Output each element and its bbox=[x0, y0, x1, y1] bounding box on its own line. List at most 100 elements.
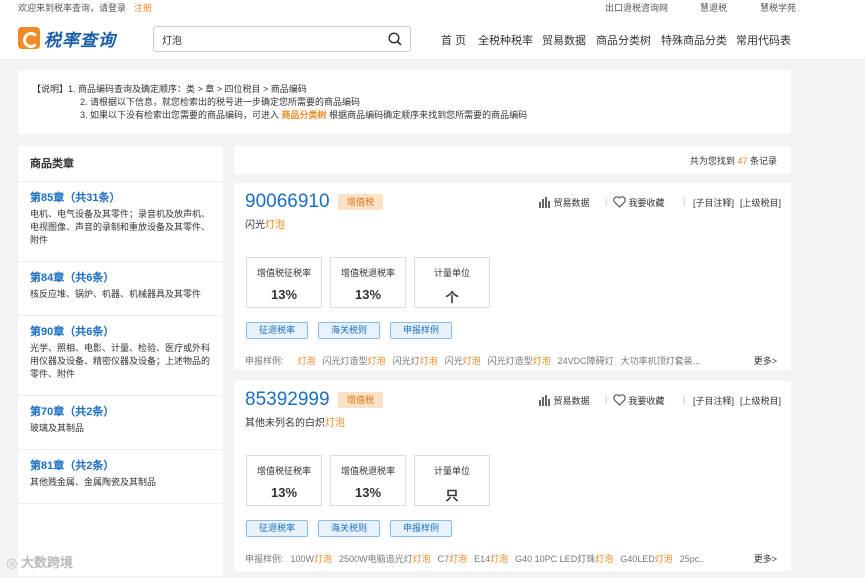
example-item-text: 大功率机顶灯套装... bbox=[620, 356, 701, 366]
unit-value: 只 bbox=[445, 488, 459, 503]
sidebar-item-title[interactable]: 第90章（共6条） bbox=[30, 324, 211, 340]
trade-data-action[interactable]: 贸易数据 bbox=[539, 196, 590, 209]
vat-levy-rate-box: 增值税征税率 13% bbox=[246, 455, 322, 506]
sidebar-item-title[interactable]: 第84章（共6条） bbox=[30, 270, 211, 286]
divider: | bbox=[683, 196, 686, 206]
result-card: 85392999 增值税 其他未列名的白炽灯泡 贸易数据 | 我要收藏 | [子… bbox=[234, 381, 791, 571]
sidebar-item-ch81[interactable]: 第81章（共2条） 其他贱金属、金属陶瓷及其制品 bbox=[18, 450, 223, 504]
category-sidebar: 商品类章 第85章（共31条） 电机、电气设备及其零件；录音机及放声机、电视图像… bbox=[18, 146, 223, 576]
sidebar-item-title[interactable]: 第81章（共2条） bbox=[30, 458, 211, 474]
result-count-post: 条记录 bbox=[749, 156, 777, 166]
example-item[interactable]: 2500W电脑追光灯灯泡 bbox=[339, 554, 431, 564]
vat-levy-rate-box: 增值税征税率 13% bbox=[246, 257, 322, 308]
vat-refund-rate-label: 增值税退税率 bbox=[340, 466, 395, 476]
nav-all-tax-rates[interactable]: 全税种税率 bbox=[478, 32, 533, 48]
top-bar: 欢迎来到税率查询，请登录 注册 出口退税咨询网 慧退税 慧税学苑 bbox=[0, 0, 865, 14]
more-link[interactable]: 更多> bbox=[754, 552, 777, 565]
customs-tariff-button[interactable]: 海关税则 bbox=[318, 520, 380, 537]
examples-label: 申报样例: bbox=[245, 356, 284, 366]
bar-chart-icon bbox=[539, 395, 550, 406]
example-item-text: 25pc... bbox=[679, 554, 705, 564]
top-link-huituishui[interactable]: 慧退税 bbox=[700, 1, 727, 14]
example-item-text: 闪光灯造型 bbox=[322, 356, 368, 366]
heart-icon bbox=[613, 196, 626, 208]
declaration-sample-button[interactable]: 申报样例 bbox=[390, 520, 452, 537]
nav-special-category[interactable]: 特殊商品分类 bbox=[661, 32, 727, 48]
example-item[interactable]: 闪光灯造型灯泡 bbox=[323, 356, 386, 366]
favorite-action[interactable]: 我要收藏 bbox=[613, 394, 665, 407]
sub-note-link[interactable]: [子目注释] bbox=[693, 196, 734, 209]
example-item[interactable]: 闪光灯灯泡 bbox=[393, 356, 438, 366]
example-item[interactable]: C7灯泡 bbox=[438, 554, 468, 564]
heart-icon bbox=[613, 394, 626, 406]
favorite-action[interactable]: 我要收藏 bbox=[613, 196, 665, 209]
example-item-text: 闪光灯 bbox=[392, 356, 420, 366]
register-link[interactable]: 注册 bbox=[134, 3, 152, 13]
result-count-bar: 共为您找到 47 条记录 bbox=[234, 146, 791, 174]
nav-trade-data[interactable]: 贸易数据 bbox=[542, 32, 586, 48]
example-item[interactable]: 灯泡 bbox=[298, 356, 316, 366]
vat-refund-rate-label: 增值税退税率 bbox=[340, 268, 395, 278]
welcome-text: 欢迎来到税率查询，请登录 bbox=[18, 3, 127, 13]
example-item[interactable]: 闪光灯泡 bbox=[445, 356, 481, 366]
nav-code-tables[interactable]: 常用代码表 bbox=[736, 32, 791, 48]
sidebar-item-ch70[interactable]: 第70章（共2条） 玻璃及其制品 bbox=[18, 396, 223, 450]
example-item[interactable]: 24VDC障碍灯 bbox=[558, 356, 614, 366]
category-tree-link[interactable]: 商品分类树 bbox=[282, 110, 327, 120]
result-card: 90066910 增值税 闪光灯泡 贸易数据 | 我要收藏 | [子目注释] [… bbox=[234, 183, 791, 370]
vat-tag: 增值税 bbox=[338, 194, 384, 210]
example-item[interactable]: G40LED灯泡 bbox=[620, 554, 673, 564]
card-actions: 贸易数据 | 我要收藏 | [子目注释] [上级税目] bbox=[539, 195, 781, 209]
unit-box: 计量单位只 bbox=[414, 455, 490, 506]
explain-line-3: 3. 如果以下没有检索出您需要的商品编码，可进入 商品分类树 根据商品编码确定顺… bbox=[32, 109, 791, 122]
favorite-label: 我要收藏 bbox=[628, 198, 665, 208]
product-name-highlight: 灯泡 bbox=[325, 418, 345, 429]
watermark-text: 大数跨境 bbox=[20, 555, 73, 570]
sidebar-item-ch84[interactable]: 第84章（共6条） 核反应堆、锅炉、机器、机械器具及其零件 bbox=[18, 262, 223, 316]
divider: | bbox=[605, 196, 608, 206]
site-logo[interactable]: 税率查询 bbox=[18, 26, 116, 50]
search-input[interactable] bbox=[162, 31, 382, 47]
example-item-text: E14 bbox=[474, 554, 491, 564]
explain-line-3-post: 根据商品编码确定顺序来找到您所需要的商品编码 bbox=[329, 110, 528, 120]
search-icon[interactable] bbox=[388, 32, 402, 46]
trade-data-label: 贸易数据 bbox=[553, 198, 590, 208]
hs-code[interactable]: 85392999 bbox=[245, 389, 330, 411]
vat-tag: 增值税 bbox=[338, 392, 384, 408]
declaration-sample-button[interactable]: 申报样例 bbox=[390, 322, 452, 339]
explain-line-3-pre: 3. 如果以下没有检索出您需要的商品编码，可进入 bbox=[80, 110, 280, 120]
example-item[interactable]: 25pc... bbox=[680, 554, 705, 564]
vat-levy-rate-label: 增值税征税率 bbox=[256, 268, 311, 278]
example-item-highlight: 灯泡 bbox=[595, 554, 614, 564]
header: 税率查询 首 页 全税种税率 贸易数据 商品分类树 特殊商品分类 常用代码表 bbox=[0, 14, 865, 60]
upper-heading-link[interactable]: [上级税目] bbox=[740, 196, 781, 209]
example-item[interactable]: 闪光灯造型灯泡 bbox=[488, 356, 551, 366]
customs-tariff-button[interactable]: 海关税则 bbox=[318, 322, 380, 339]
sub-note-link[interactable]: [子目注释] bbox=[693, 394, 734, 407]
vat-refund-rate-box: 增值税退税率 13% bbox=[330, 455, 406, 506]
example-item-highlight: 灯泡 bbox=[532, 356, 551, 366]
sidebar-item-ch90[interactable]: 第90章（共6条） 光学、照相、电影、计量、检验、医疗或外科用仪器及设备、精密仪… bbox=[18, 316, 223, 396]
example-item[interactable]: G40 10PC LED灯珠灯泡 bbox=[515, 554, 613, 564]
example-item[interactable]: 100W灯泡 bbox=[291, 554, 333, 564]
example-item[interactable]: 大功率机顶灯套装... bbox=[621, 356, 701, 366]
upper-heading-link[interactable]: [上级税目] bbox=[740, 394, 781, 407]
example-item[interactable]: E14灯泡 bbox=[474, 554, 508, 564]
top-link-export-refund[interactable]: 出口退税咨询网 bbox=[605, 1, 668, 14]
vat-levy-rate-value: 13% bbox=[270, 485, 298, 500]
sidebar-item-title[interactable]: 第70章（共2条） bbox=[30, 404, 211, 420]
sidebar-item-title[interactable]: 第85章（共31条） bbox=[30, 190, 211, 206]
trade-data-action[interactable]: 贸易数据 bbox=[539, 394, 590, 407]
tax-rate-button[interactable]: 征退税率 bbox=[246, 520, 308, 537]
nav-category-tree[interactable]: 商品分类树 bbox=[596, 32, 651, 48]
example-item-text: 100W bbox=[290, 554, 315, 564]
top-link-huishuixueyuan[interactable]: 慧税学苑 bbox=[760, 1, 796, 14]
tax-rate-button[interactable]: 征退税率 bbox=[246, 322, 308, 339]
nav-home[interactable]: 首 页 bbox=[441, 32, 466, 48]
search-box bbox=[153, 26, 411, 52]
unit-box: 计量单位个 bbox=[414, 257, 490, 308]
more-link[interactable]: 更多> bbox=[754, 354, 777, 367]
trade-data-label: 贸易数据 bbox=[553, 396, 590, 406]
sidebar-item-ch85[interactable]: 第85章（共31条） 电机、电气设备及其零件；录音机及放声机、电视图像、声音的录… bbox=[18, 182, 223, 262]
hs-code[interactable]: 90066910 bbox=[245, 191, 330, 213]
